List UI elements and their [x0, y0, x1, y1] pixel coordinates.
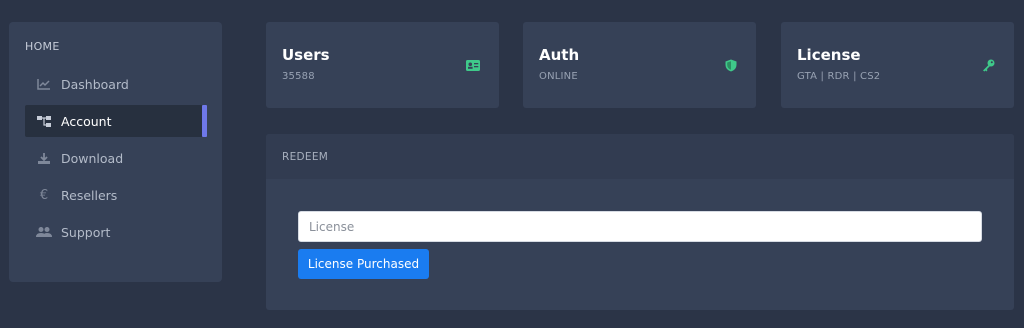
sidebar-item-account[interactable]: Account: [25, 105, 207, 137]
chart-line-icon: [36, 77, 52, 91]
sidebar-item-label: Resellers: [61, 187, 118, 203]
sidebar-heading: HOME: [25, 40, 60, 53]
sidebar-item-label: Download: [61, 150, 124, 166]
sidebar-item-support[interactable]: Support: [25, 216, 207, 248]
license-games: GTA | RDR | CS2: [797, 71, 881, 82]
card-title: Auth: [539, 46, 580, 64]
license-input[interactable]: [298, 211, 982, 242]
sidebar-item-dashboard[interactable]: Dashboard: [25, 68, 207, 100]
card-title: License: [797, 46, 861, 64]
auth-card: Auth ONLINE: [523, 22, 756, 108]
redeem-panel: REDEEM License Purchased: [266, 134, 1014, 310]
sidebar-item-label: Dashboard: [61, 76, 129, 92]
key-icon: [981, 58, 995, 72]
panel-header: REDEEM: [266, 134, 1014, 179]
users-icon: [36, 225, 52, 239]
download-icon: [36, 151, 52, 165]
sidebar-item-label: Support: [61, 224, 111, 240]
sitemap-icon: [36, 114, 52, 128]
users-card: Users 35588: [266, 22, 499, 108]
euro-icon: €: [39, 187, 49, 203]
sidebar-item-resellers[interactable]: € Resellers: [25, 179, 207, 211]
sidebar-item-download[interactable]: Download: [25, 142, 207, 174]
license-purchased-button[interactable]: License Purchased: [298, 249, 429, 279]
shield-icon: [724, 58, 738, 72]
sidebar: HOME Dashboard Account Download € Resell…: [9, 22, 222, 282]
card-value: 35588: [282, 71, 315, 82]
status-value: ONLINE: [539, 71, 578, 82]
id-card-icon: [466, 58, 480, 72]
license-card: License GTA | RDR | CS2: [781, 22, 1014, 108]
sidebar-item-label: Account: [61, 113, 112, 129]
card-title: Users: [282, 46, 330, 64]
active-indicator: [202, 105, 207, 137]
